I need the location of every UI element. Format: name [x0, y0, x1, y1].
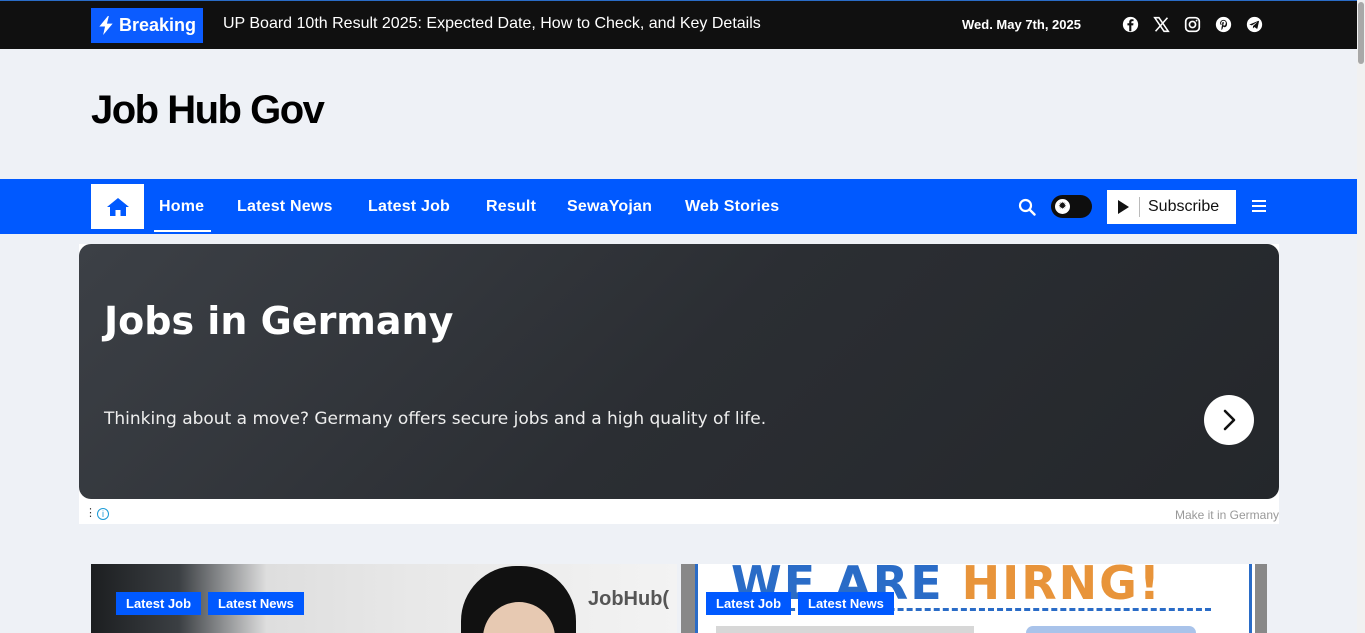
tag-latest-news[interactable]: Latest News [798, 592, 894, 615]
post-card-tags: Latest Job Latest News [706, 592, 894, 615]
image-border [1255, 564, 1267, 633]
page-scrollbar[interactable] [1357, 0, 1365, 633]
x-icon[interactable] [1152, 15, 1170, 33]
image-photo [716, 626, 974, 633]
home-icon [106, 197, 129, 216]
active-nav-indicator [154, 230, 211, 232]
chevron-right-icon [1223, 409, 1236, 431]
breaking-news-bar: Breaking UP Board 10th Result 2025: Expe… [0, 0, 1357, 49]
breaking-ticker-headline[interactable]: UP Board 10th Result 2025: Expected Date… [223, 15, 761, 33]
tag-latest-job[interactable]: Latest Job [706, 592, 792, 615]
breaking-label: Breaking [118, 15, 197, 35]
instagram-icon[interactable] [1183, 15, 1201, 33]
nav-item-latest-news[interactable]: Latest News [237, 198, 333, 216]
subscribe-button[interactable]: Subscribe [1107, 190, 1236, 224]
ad-info-icon[interactable]: i [97, 508, 109, 520]
nav-item-result[interactable]: Result [486, 198, 536, 216]
image-watermark: JobHub( [588, 588, 670, 610]
nav-item-latest-job[interactable]: Latest Job [368, 198, 450, 216]
sun-icon: ✹ [1055, 199, 1070, 214]
breaking-badge[interactable]: Breaking [91, 8, 203, 43]
play-icon [1107, 197, 1140, 217]
dark-mode-toggle[interactable]: ✹ [1051, 195, 1092, 218]
advertisement[interactable]: Jobs in Germany Thinking about a move? G… [79, 244, 1279, 524]
ad-next-button[interactable] [1204, 395, 1254, 445]
ad-sponsor[interactable]: Make it in Germany [1175, 508, 1279, 522]
search-icon[interactable] [1018, 198, 1036, 216]
tag-latest-news[interactable]: Latest News [208, 592, 304, 615]
lightning-icon [99, 16, 113, 35]
post-card-tags: Latest Job Latest News [116, 592, 304, 615]
hamburger-menu-icon[interactable] [1251, 199, 1267, 213]
image-border [681, 564, 695, 633]
nav-item-home[interactable]: Home [159, 198, 204, 216]
ad-card[interactable]: Jobs in Germany Thinking about a move? G… [79, 244, 1279, 499]
facebook-icon[interactable] [1121, 15, 1139, 33]
ad-options-icon[interactable]: ⋮ [85, 508, 96, 519]
current-date: Wed. May 7th, 2025 [962, 17, 1081, 32]
nav-item-web-stories[interactable]: Web Stories [685, 198, 779, 216]
scrollbar-thumb[interactable] [1358, 2, 1364, 64]
social-links [1121, 15, 1263, 33]
site-title[interactable]: Job Hub Gov [91, 88, 325, 133]
telegram-icon[interactable] [1245, 15, 1263, 33]
tag-latest-job[interactable]: Latest Job [116, 592, 202, 615]
subscribe-label: Subscribe [1148, 198, 1220, 215]
image-pill [1026, 626, 1196, 633]
nav-item-sewayojan[interactable]: SewaYojan [567, 198, 652, 216]
pinterest-icon[interactable] [1214, 15, 1232, 33]
ad-description: Thinking about a move? Germany offers se… [104, 409, 767, 429]
ad-headline[interactable]: Jobs in Germany [104, 299, 453, 343]
home-icon-button[interactable] [91, 184, 144, 229]
